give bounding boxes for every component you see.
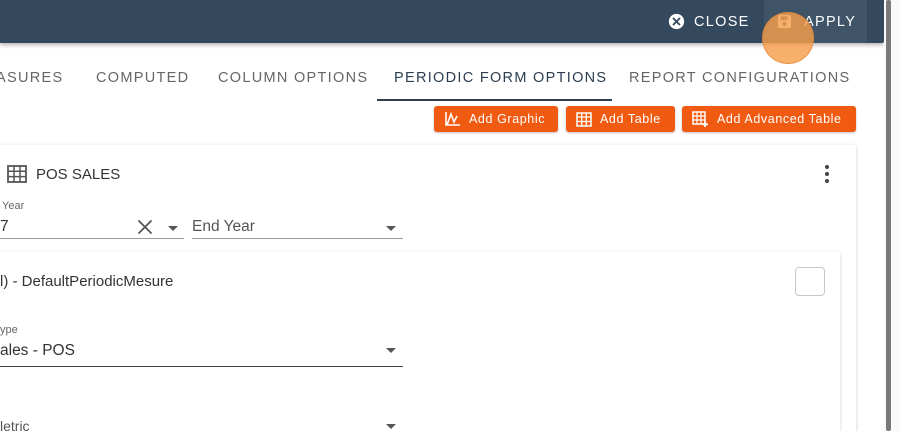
apply-button[interactable]: APPLY bbox=[764, 0, 867, 43]
apply-label: APPLY bbox=[804, 13, 857, 30]
tab-computed[interactable]: COMPUTED bbox=[96, 70, 189, 86]
add-graphic-label: Add Graphic bbox=[469, 112, 546, 126]
measure-checkbox[interactable] bbox=[795, 267, 825, 296]
add-advanced-table-button[interactable]: Add Advanced Table bbox=[682, 106, 856, 132]
scrollbar-thumb[interactable] bbox=[886, 0, 891, 431]
add-graphic-button[interactable]: Add Graphic bbox=[434, 106, 558, 132]
chart-icon bbox=[445, 111, 460, 126]
measure-title: l) - DefaultPeriodicMesure bbox=[0, 273, 174, 290]
add-advanced-table-label: Add Advanced Table bbox=[717, 112, 842, 126]
close-button[interactable]: CLOSE bbox=[668, 0, 750, 43]
type-underline bbox=[0, 366, 403, 367]
tab-periodic-form-options[interactable]: PERIODIC FORM OPTIONS bbox=[394, 70, 607, 86]
end-year-chevron-down-icon[interactable] bbox=[386, 226, 396, 231]
tab-report-configurations[interactable]: REPORT CONFIGURATIONS bbox=[629, 70, 850, 86]
type-value[interactable]: ales - POS bbox=[0, 342, 75, 360]
card-title: POS SALES bbox=[36, 166, 121, 183]
start-year-chevron-down-icon[interactable] bbox=[168, 226, 178, 231]
top-app-bar: CLOSE APPLY bbox=[0, 0, 884, 43]
start-year-value[interactable]: 7 bbox=[0, 218, 9, 236]
close-label: CLOSE bbox=[694, 13, 750, 30]
clear-icon[interactable] bbox=[137, 219, 153, 235]
start-year-label: Year bbox=[2, 200, 25, 212]
end-year-select[interactable]: End Year bbox=[192, 218, 255, 236]
type-chevron-down-icon[interactable] bbox=[386, 348, 396, 353]
add-table-label: Add Table bbox=[600, 112, 661, 126]
more-vert-icon[interactable] bbox=[819, 164, 835, 184]
table-icon bbox=[576, 111, 592, 127]
table-plus-icon bbox=[692, 111, 708, 127]
type-label: ype bbox=[0, 324, 18, 336]
tab-column-options[interactable]: COLUMN OPTIONS bbox=[218, 70, 368, 86]
table-icon bbox=[7, 165, 27, 183]
metric-label[interactable]: letric bbox=[0, 418, 30, 431]
close-circle-icon bbox=[668, 13, 685, 30]
tab-measures[interactable]: ASURES bbox=[0, 70, 63, 86]
start-year-underline bbox=[0, 238, 184, 239]
end-year-underline bbox=[192, 238, 403, 239]
add-table-button[interactable]: Add Table bbox=[566, 106, 675, 132]
tab-bar: ASURES COMPUTED COLUMN OPTIONS PERIODIC … bbox=[0, 57, 884, 102]
active-tab-indicator bbox=[377, 99, 612, 101]
save-icon bbox=[777, 14, 792, 29]
metric-chevron-down-icon[interactable] bbox=[386, 424, 396, 429]
